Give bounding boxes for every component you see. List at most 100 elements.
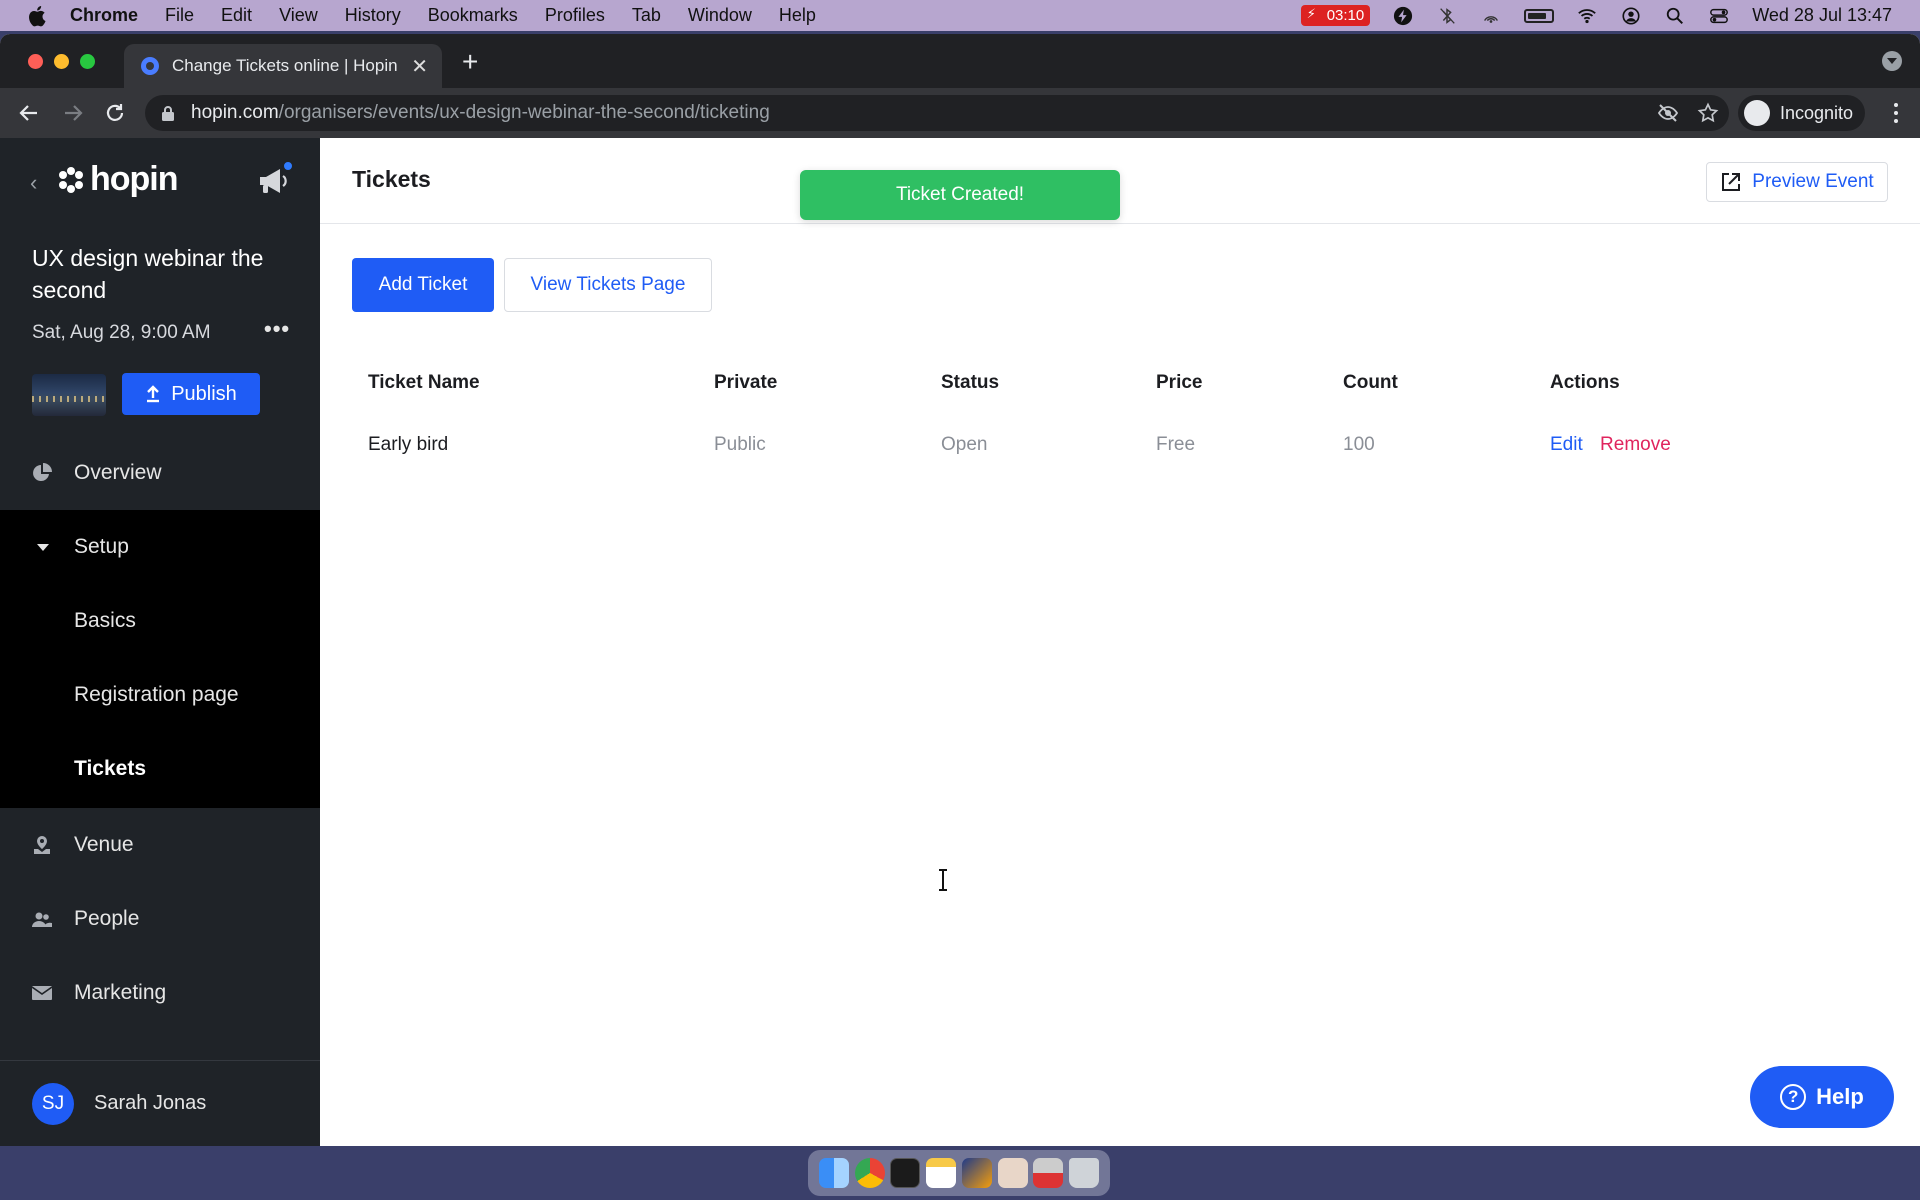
sidebar: ‹ hopin UX design webinar the second Sat…: [0, 138, 320, 1146]
browser-tab-active[interactable]: Change Tickets online | Hopin ✕: [124, 44, 442, 88]
chrome-icon[interactable]: [854, 1158, 885, 1188]
column-header-price: Price: [1156, 372, 1203, 393]
pie-chart-icon: [33, 463, 52, 481]
sidebar-item-people[interactable]: People: [0, 882, 320, 956]
sidebar-item-basics[interactable]: Basics: [0, 584, 320, 658]
hopin-logo-mark-icon: [59, 166, 83, 193]
tab-search-icon[interactable]: [1882, 51, 1902, 71]
apple-icon[interactable]: [28, 5, 48, 27]
eye-slash-icon[interactable]: [1657, 102, 1679, 124]
sidebar-item-setup[interactable]: Setup: [0, 510, 320, 584]
sidebar-item-tickets[interactable]: Tickets: [0, 732, 320, 806]
people-icon: [32, 912, 52, 927]
battery-icon[interactable]: [1524, 8, 1555, 23]
ticket-status-cell: Open: [941, 434, 988, 455]
wifi-icon[interactable]: [1576, 6, 1598, 26]
documents-folder-icon[interactable]: [997, 1158, 1028, 1188]
terminal-icon[interactable]: [890, 1158, 921, 1188]
sidebar-item-label: Overview: [74, 461, 162, 484]
bolt-icon[interactable]: [1392, 6, 1414, 26]
user-account-icon[interactable]: [1620, 6, 1642, 26]
bolt-app-icon[interactable]: [961, 1158, 992, 1188]
add-ticket-button[interactable]: Add Ticket: [352, 258, 494, 312]
window-minimize-button[interactable]: [54, 54, 69, 69]
airdrop-icon[interactable]: [1480, 6, 1502, 26]
menubar-status-area: 03:10 Wed 28 Jul 13:47: [1300, 0, 1892, 31]
menu-profiles[interactable]: Profiles: [545, 5, 605, 26]
control-center-icon[interactable]: [1708, 6, 1730, 26]
forward-arrow-icon[interactable]: [60, 100, 86, 126]
column-header-ticket-name: Ticket Name: [368, 372, 480, 393]
bluetooth-off-icon[interactable]: [1436, 6, 1458, 26]
venue-pin-icon: [34, 836, 50, 854]
spotlight-search-icon[interactable]: [1664, 6, 1686, 26]
url-path: /organisers/events/ux-design-webinar-the…: [278, 102, 770, 123]
tab-close-icon[interactable]: ✕: [411, 54, 428, 79]
menu-edit[interactable]: Edit: [221, 5, 252, 26]
publish-button[interactable]: Publish: [122, 373, 260, 415]
column-header-actions: Actions: [1550, 372, 1620, 393]
caret-down-icon: [37, 544, 49, 551]
upload-icon: [147, 385, 160, 403]
menubar-datetime[interactable]: Wed 28 Jul 13:47: [1752, 5, 1892, 26]
window-zoom-button[interactable]: [80, 54, 95, 69]
avatar[interactable]: SJ: [32, 1082, 74, 1125]
lock-icon[interactable]: [161, 105, 175, 121]
incognito-profile-button[interactable]: Incognito: [1738, 95, 1866, 131]
sidebar-item-label: People: [74, 907, 140, 930]
sidebar-user[interactable]: SJ Sarah Jonas: [0, 1060, 320, 1146]
event-thumbnail[interactable]: [32, 374, 106, 416]
text-cursor-icon: [939, 869, 947, 891]
column-header-status: Status: [941, 372, 1000, 393]
sidebar-setup-group: Setup Basics Registration page Tickets: [0, 510, 320, 808]
hopin-logo[interactable]: hopin: [56, 160, 179, 199]
bookmark-star-icon[interactable]: [1697, 102, 1719, 124]
trash-icon[interactable]: [1069, 1158, 1100, 1188]
menu-view[interactable]: View: [279, 5, 318, 26]
user-name: Sarah Jonas: [94, 1092, 207, 1114]
edit-ticket-link[interactable]: Edit: [1550, 434, 1583, 455]
recording-timer[interactable]: 03:10: [1300, 5, 1371, 26]
preview-event-button[interactable]: Preview Event: [1706, 162, 1888, 202]
menu-file[interactable]: File: [165, 5, 194, 26]
menu-chrome[interactable]: Chrome: [70, 5, 138, 26]
reload-icon[interactable]: [102, 100, 128, 126]
sidebar-item-label: Registration page: [74, 683, 239, 706]
menu-window[interactable]: Window: [688, 5, 752, 26]
omnibox-actions: [1657, 95, 1729, 131]
incognito-icon: [1744, 100, 1770, 126]
sidebar-item-label: Setup: [74, 535, 129, 558]
event-more-icon[interactable]: •••: [264, 316, 290, 342]
finder-icon[interactable]: [818, 1158, 849, 1188]
menu-history[interactable]: History: [345, 5, 401, 26]
chevron-left-icon[interactable]: ‹: [30, 170, 37, 196]
sidebar-item-label: Venue: [74, 833, 134, 856]
window-close-button[interactable]: [28, 54, 43, 69]
menu-help[interactable]: Help: [779, 5, 816, 26]
sidebar-item-overview[interactable]: Overview: [0, 436, 320, 510]
downloads-stack-icon[interactable]: [1033, 1158, 1064, 1188]
address-bar[interactable]: hopin.com/organisers/events/ux-design-we…: [145, 95, 1729, 131]
menu-bookmarks[interactable]: Bookmarks: [428, 5, 518, 26]
preview-event-label: Preview Event: [1752, 171, 1874, 192]
back-arrow-icon[interactable]: [16, 100, 42, 126]
remove-ticket-link[interactable]: Remove: [1600, 434, 1671, 455]
column-header-private: Private: [714, 372, 778, 393]
tab-title: Change Tickets online | Hopin: [172, 56, 398, 75]
view-tickets-page-button[interactable]: View Tickets Page: [504, 258, 712, 312]
ticket-private-cell: Public: [714, 434, 766, 455]
notification-dot: [282, 160, 294, 172]
publish-label: Publish: [171, 382, 237, 405]
sidebar-item-venue[interactable]: Venue: [0, 808, 320, 882]
envelope-icon: [32, 986, 52, 1000]
notes-icon[interactable]: [926, 1158, 957, 1188]
sidebar-item-label: Basics: [74, 609, 136, 632]
sidebar-item-marketing[interactable]: Marketing: [0, 956, 320, 1030]
new-tab-button[interactable]: +: [462, 46, 478, 78]
sidebar-item-registration-page[interactable]: Registration page: [0, 658, 320, 732]
table-header-row: Ticket Name Private Status Price Count A…: [368, 354, 1868, 416]
help-button[interactable]: ? Help: [1750, 1066, 1894, 1128]
macos-dock: [808, 1150, 1110, 1196]
browser-menu-icon[interactable]: [1894, 102, 1898, 124]
menu-tab[interactable]: Tab: [632, 5, 661, 26]
